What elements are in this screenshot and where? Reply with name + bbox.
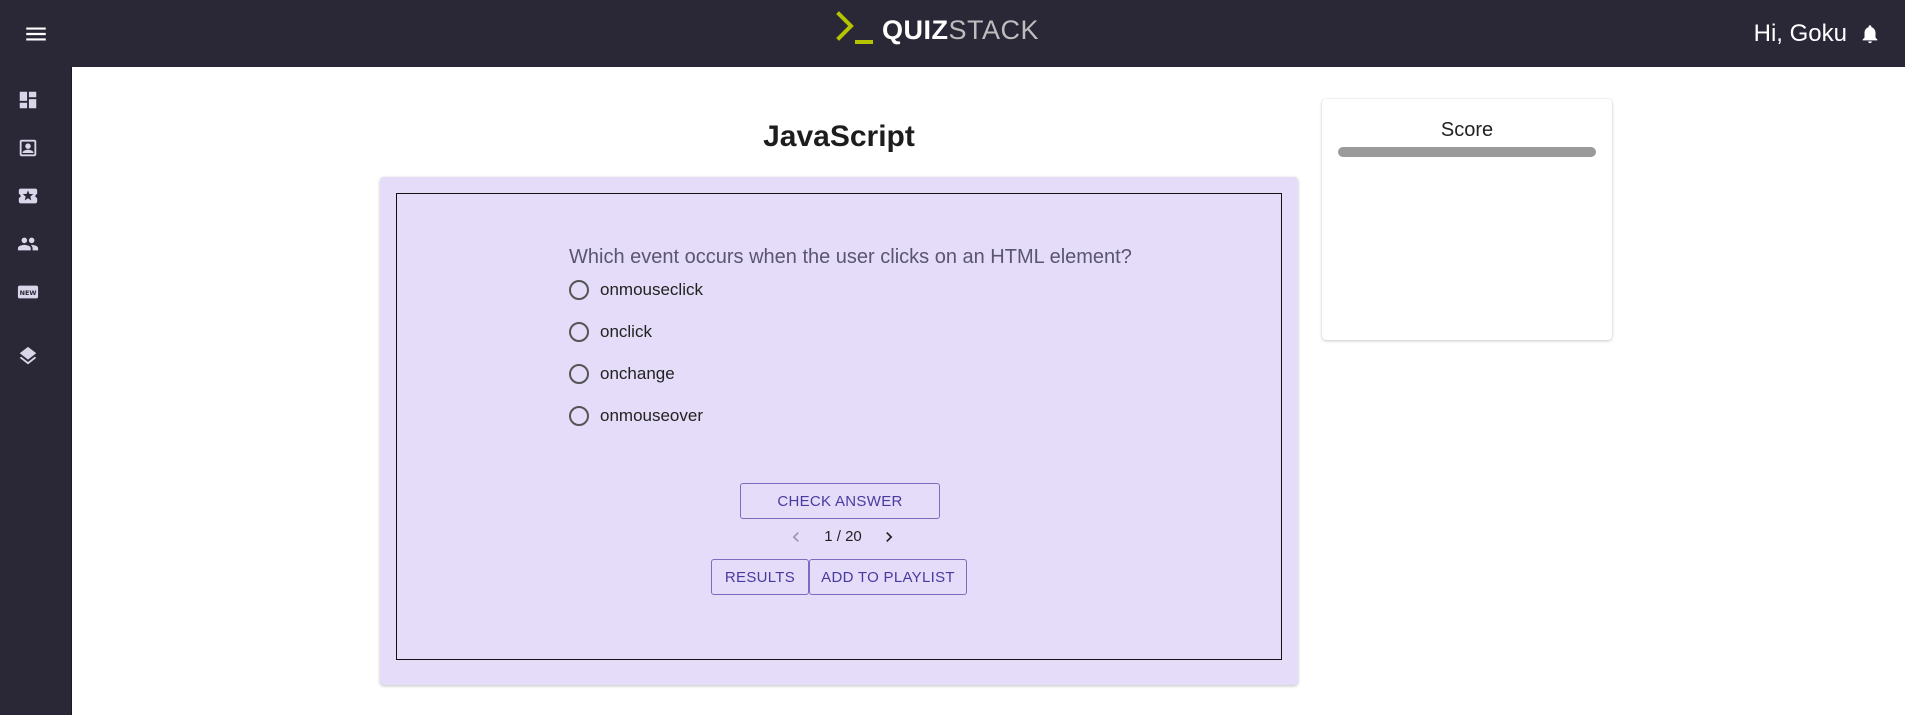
radio-button[interactable]	[569, 280, 589, 300]
notification-bell-icon[interactable]	[1859, 22, 1881, 46]
svg-text:NEW: NEW	[20, 289, 37, 297]
dashboard-icon[interactable]	[17, 89, 39, 111]
chevron-right-icon[interactable]	[879, 527, 899, 547]
new-badge-icon[interactable]: NEW	[17, 281, 39, 303]
logo-text: QUIZSTACK	[882, 15, 1039, 46]
logo-text-light: STACK	[948, 14, 1040, 45]
terminal-prompt-icon	[836, 11, 873, 44]
score-card: Score	[1322, 99, 1612, 340]
results-button[interactable]: RESULTS	[711, 559, 809, 595]
star-ticket-icon[interactable]	[17, 185, 39, 207]
score-progress-bar	[1338, 147, 1596, 157]
answer-option[interactable]: onclick	[569, 318, 652, 346]
user-greeting[interactable]: Hi, Goku	[1754, 20, 1847, 48]
question-panel: Which event occurs when the user clicks …	[396, 193, 1282, 660]
add-to-playlist-button[interactable]: ADD TO PLAYLIST	[809, 559, 967, 595]
top-app-bar: QUIZSTACK Hi, Goku	[0, 0, 1905, 67]
hamburger-menu-icon[interactable]	[22, 21, 50, 47]
option-label: onclick	[600, 322, 652, 341]
radio-button[interactable]	[569, 364, 589, 384]
answer-option[interactable]: onchange	[569, 360, 675, 388]
score-title: Score	[1440, 119, 1494, 141]
answer-option[interactable]: onmouseclick	[569, 276, 703, 304]
sidebar-nav: NEW	[0, 67, 72, 715]
quiz-title: JavaScript	[763, 120, 915, 153]
option-label: onmouseclick	[600, 280, 703, 299]
app-logo[interactable]: QUIZSTACK	[836, 10, 1039, 50]
question-pager: 1 / 20	[397, 525, 1283, 549]
layers-icon[interactable]	[17, 345, 39, 367]
profile-card-icon[interactable]	[17, 137, 39, 159]
radio-button[interactable]	[569, 406, 589, 426]
question-text: Which event occurs when the user clicks …	[569, 246, 1132, 268]
quiz-card: Which event occurs when the user clicks …	[380, 177, 1298, 685]
radio-button[interactable]	[569, 322, 589, 342]
page-indicator: 1 / 20	[824, 528, 862, 545]
option-label: onchange	[600, 364, 675, 383]
answer-option[interactable]: onmouseover	[569, 402, 703, 430]
chevron-left-icon[interactable]	[786, 527, 806, 547]
logo-text-bold: QUIZ	[882, 14, 949, 45]
option-label: onmouseover	[600, 406, 704, 425]
people-icon[interactable]	[17, 233, 39, 255]
check-answer-button[interactable]: CHECK ANSWER	[740, 483, 940, 519]
